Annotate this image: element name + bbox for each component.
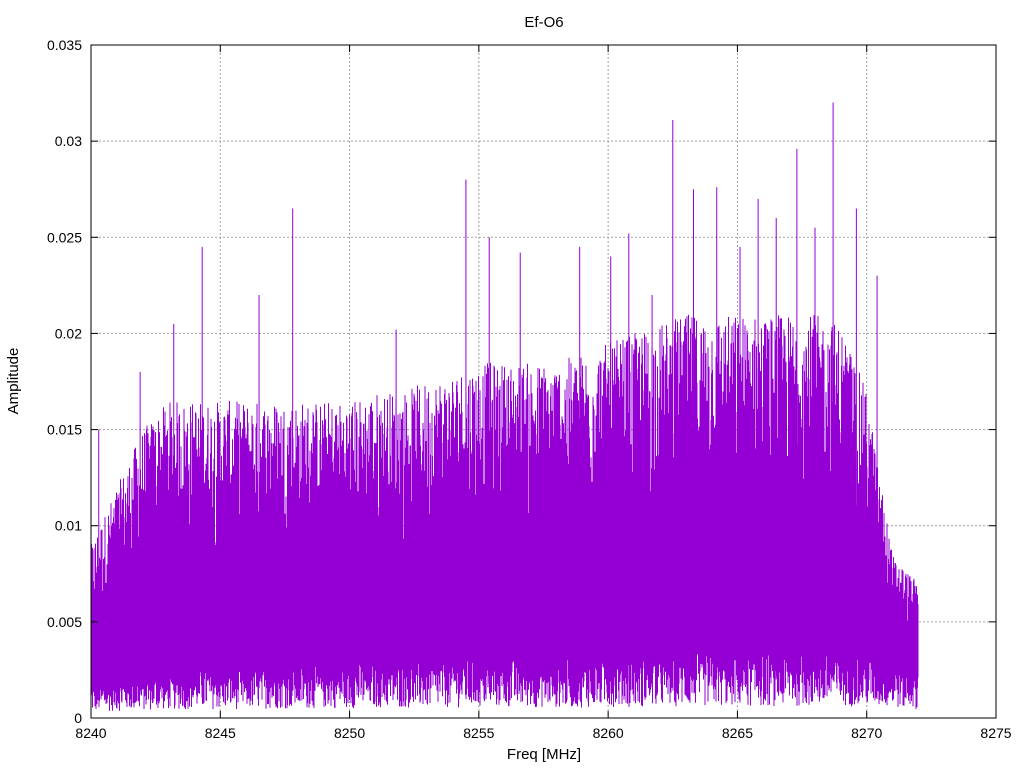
chart-title: Ef-O6 <box>524 14 563 31</box>
x-tick-label: 8245 <box>205 725 236 741</box>
x-tick-label: 8240 <box>75 725 106 741</box>
x-tick-label: 8265 <box>722 725 753 741</box>
x-tick-label: 8260 <box>593 725 624 741</box>
data-series <box>90 102 919 711</box>
y-tick-label: 0.02 <box>55 325 82 341</box>
y-tick-label: 0.035 <box>47 37 82 53</box>
x-tick-label: 8250 <box>334 725 365 741</box>
y-tick-label: 0.025 <box>47 229 82 245</box>
x-tick-label: 8255 <box>463 725 494 741</box>
y-tick-label: 0.015 <box>47 422 82 438</box>
y-tick-label: 0 <box>74 710 82 726</box>
spectrum-trace <box>90 314 919 711</box>
y-tick-label: 0.005 <box>47 614 82 630</box>
x-tick-label: 8270 <box>851 725 882 741</box>
x-axis-title: Freq [MHz] <box>507 746 581 763</box>
chart: Ef-O6 8240 8245 8250 8255 8260 8265 8270 8275 0 0… <box>5 14 1012 763</box>
x-tick-label: 8275 <box>980 725 1011 741</box>
y-tick-label: 0.03 <box>55 133 82 149</box>
y-axis-title: Amplitude <box>5 348 22 415</box>
y-tick-label: 0.01 <box>55 518 82 534</box>
